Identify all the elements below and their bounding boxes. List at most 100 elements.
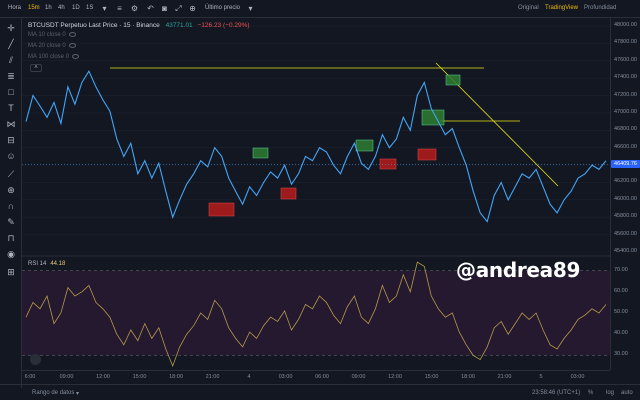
time-tick: 18:00 xyxy=(169,374,183,380)
undo-icon[interactable]: ↶ xyxy=(146,4,155,13)
time-tick: 4 xyxy=(247,374,251,380)
rsi-tick: 40.00 xyxy=(614,330,628,337)
time-tick: 18:00 xyxy=(461,374,475,380)
price-axis[interactable] xyxy=(610,18,640,370)
symbol-label: BTCUSDT Perpetuo Last Price · 15 · Binan… xyxy=(28,22,160,29)
price-tick: 47800.00 xyxy=(614,39,637,46)
pitchfork-icon[interactable]: ⫽ xyxy=(5,54,17,66)
watermark: @andrea89 xyxy=(456,258,581,282)
bottom-bar: Rango de datos ▾ 23:58:46 (UTC+1) % log … xyxy=(0,384,640,400)
eye-icon[interactable] xyxy=(68,32,76,37)
text-icon[interactable]: T xyxy=(5,102,17,114)
collapse-legend-button[interactable]: ˄ xyxy=(30,64,42,72)
supply-box xyxy=(417,148,437,161)
time-tick: 21:00 xyxy=(205,374,220,380)
price-tick: 46600.00 xyxy=(614,143,637,150)
ma-10-label: MA 10 close 0 xyxy=(28,32,66,39)
camera-icon[interactable]: ◙ xyxy=(160,4,169,13)
price-type-select[interactable]: Último precio xyxy=(205,5,240,11)
percent-toggle[interactable]: % xyxy=(588,390,593,396)
price-tick: 46200.00 xyxy=(614,178,637,185)
timeframe-1d[interactable]: 1D xyxy=(72,5,80,11)
chart-grid xyxy=(22,25,610,253)
magnet-icon[interactable]: ∩ xyxy=(5,200,17,212)
fullscreen-icon[interactable]: ⤢ xyxy=(174,4,183,13)
timeframe-1h[interactable]: 1h xyxy=(45,5,52,11)
pattern-icon[interactable]: ⋈ xyxy=(5,118,17,130)
rectangle-icon[interactable]: □ xyxy=(5,86,17,98)
settings-icon[interactable]: ⚙ xyxy=(130,4,139,13)
price-tick: 47000.00 xyxy=(614,108,637,115)
price-tick: 48000.00 xyxy=(614,22,637,28)
rsi-legend: RSI 14 44.18 xyxy=(28,261,65,267)
last-price: 43771.01 xyxy=(165,22,193,29)
price-tick: 47600.00 xyxy=(614,56,637,63)
time-tick: 09:00 xyxy=(59,374,74,380)
rsi-tick: 70.00 xyxy=(614,266,628,273)
view-original[interactable]: Original xyxy=(518,5,539,11)
crosshair-icon[interactable]: ✛ xyxy=(5,22,17,34)
ma-10-row[interactable]: MA 10 close 0 xyxy=(28,32,76,38)
current-price-tag: 46409.76 xyxy=(611,160,640,169)
ruler-icon[interactable]: ⟋ xyxy=(5,168,17,180)
timeframe-hora[interactable]: Hora xyxy=(8,5,21,11)
chevron-down-icon[interactable]: ▾ xyxy=(246,4,255,13)
rsi-name: RSI 14 xyxy=(28,261,47,267)
time-tick: 03:00 xyxy=(278,374,293,380)
rsi-tick: 50.00 xyxy=(614,309,628,315)
chevron-down-icon[interactable]: ▾ xyxy=(100,4,109,13)
time-tick: 15:00 xyxy=(424,374,439,380)
time-tick: 6:00 xyxy=(24,374,36,380)
add-icon[interactable]: ⊕ xyxy=(188,4,197,13)
eye-icon[interactable]: ◉ xyxy=(5,248,17,260)
ma-20-label: MA 20 close 0 xyxy=(28,43,66,50)
trendline-icon[interactable]: ╱ xyxy=(5,38,17,50)
clock-label[interactable]: 23:58:46 (UTC+1) xyxy=(532,390,580,396)
timeframe-4h[interactable]: 4h xyxy=(58,5,65,11)
price-tick: 45400.00 xyxy=(614,248,637,254)
view-tradingview[interactable]: TradingView xyxy=(545,5,578,11)
top-toolbar: Hora 15m 1h 4h 1D 1S ▾ ≡ ⚙ ↶ ◙ ⤢ ⊕ Últim… xyxy=(0,0,640,18)
date-range-button[interactable]: Rango de datos xyxy=(32,390,74,396)
demand-box xyxy=(445,74,461,86)
trash-icon[interactable]: ⊞ xyxy=(5,266,17,278)
symbol-legend: BTCUSDT Perpetuo Last Price · 15 · Binan… xyxy=(28,22,250,29)
timeframe-1s[interactable]: 1S xyxy=(86,5,93,11)
eye-icon[interactable] xyxy=(72,54,80,59)
indicators-icon[interactable]: ≡ xyxy=(115,4,124,13)
view-depth[interactable]: Profundidad xyxy=(584,5,616,11)
demand-box xyxy=(355,139,374,152)
demand-box xyxy=(252,147,269,159)
timeframe-15m[interactable]: 15m xyxy=(28,5,40,11)
ma-20-row[interactable]: MA 20 close 0 xyxy=(28,43,76,49)
ma-100-label: MA 100 close 0 xyxy=(28,54,70,61)
zoom-icon[interactable]: ⊕ xyxy=(5,184,17,196)
rsi-tick: 30.00 xyxy=(614,351,628,358)
lock-icon[interactable]: ⊓ xyxy=(5,232,17,244)
eye-icon[interactable] xyxy=(68,43,76,48)
chart-logo-icon[interactable] xyxy=(30,354,41,365)
price-tick: 47200.00 xyxy=(614,91,637,98)
rsi-value: 44.18 xyxy=(50,261,66,267)
time-tick: 03:00 xyxy=(570,374,585,380)
price-tick: 46800.00 xyxy=(614,126,637,133)
fib-icon[interactable]: ≣ xyxy=(5,70,17,82)
auto-toggle[interactable]: auto xyxy=(621,390,633,396)
time-tick: 09:00 xyxy=(351,374,366,380)
supply-box xyxy=(280,187,297,200)
ma-100-row[interactable]: MA 100 close 0 xyxy=(28,54,80,61)
log-toggle[interactable]: log xyxy=(606,390,614,396)
prediction-icon[interactable]: ⊟ xyxy=(5,134,17,146)
stay-drawing-icon[interactable]: ✎ xyxy=(5,216,17,228)
time-tick: 5 xyxy=(539,374,543,380)
price-chart[interactable] xyxy=(22,18,610,370)
emoji-icon[interactable]: ☺ xyxy=(5,150,17,162)
time-tick: 06:00 xyxy=(315,374,329,380)
time-tick: 21:00 xyxy=(497,374,512,380)
chevron-down-icon[interactable]: ▾ xyxy=(76,390,79,397)
drawing-toolbar: ✛ ╱ ⫽ ≣ □ T ⋈ ⊟ ☺ ⟋ ⊕ ∩ ✎ ⊓ ◉ ⊞ xyxy=(0,18,22,388)
price-tick: 45600.00 xyxy=(614,230,637,237)
price-tick: 47400.00 xyxy=(614,74,637,81)
time-tick: 12:00 xyxy=(96,374,110,380)
price-change: −126.23 (−0.29%) xyxy=(197,22,250,29)
